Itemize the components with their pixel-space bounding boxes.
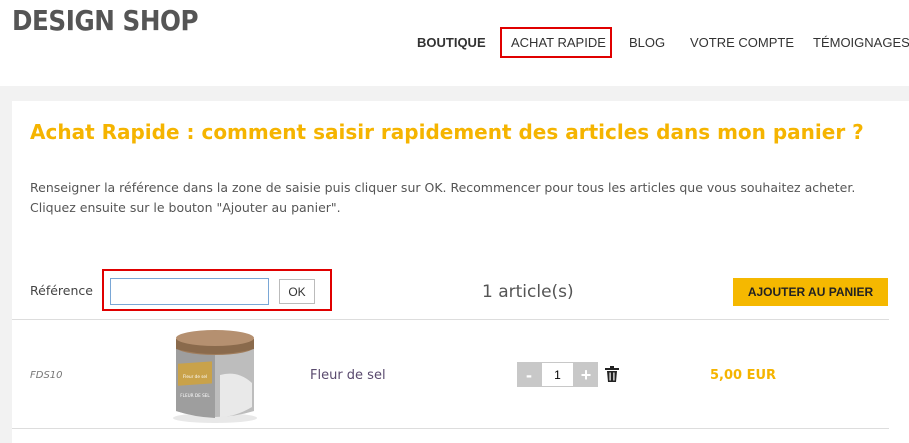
article-count: 1 article(s): [482, 282, 574, 302]
item-price: 5,00 EUR: [710, 368, 777, 383]
trash-icon[interactable]: [605, 366, 619, 382]
reference-highlight-box: [102, 269, 332, 311]
quantity-decrease-button[interactable]: -: [517, 362, 541, 387]
nav-blog[interactable]: BLOG: [629, 35, 665, 50]
jar-brand-text: Fleur de sel: [183, 374, 207, 379]
site-header: DESIGN SHOP BOUTIQUE ACHAT RAPIDE BLOG V…: [0, 0, 909, 86]
reference-label: Référence: [30, 283, 93, 298]
quantity-increase-button[interactable]: +: [574, 362, 598, 387]
nav-votre-compte[interactable]: VOTRE COMPTE: [690, 35, 794, 50]
nav-boutique[interactable]: BOUTIQUE: [417, 35, 486, 50]
product-name[interactable]: Fleur de sel: [310, 368, 386, 383]
site-logo[interactable]: DESIGN SHOP: [12, 4, 199, 37]
product-image: Fleur de sel FLEUR DE SEL: [173, 330, 257, 423]
divider: [12, 319, 889, 320]
add-to-cart-button[interactable]: AJOUTER AU PANIER: [733, 278, 888, 306]
nav-highlight-box: [500, 27, 612, 58]
page-title: Achat Rapide : comment saisir rapidement…: [30, 120, 864, 144]
intro-text: Renseigner la référence dans la zone de …: [30, 180, 856, 215]
quantity-input[interactable]: [541, 362, 574, 387]
nav-temoignages[interactable]: TÉMOIGNAGES: [813, 35, 909, 50]
item-sku: FDS10: [30, 370, 63, 381]
divider: [12, 428, 889, 429]
jar-label-text: FLEUR DE SEL: [180, 393, 210, 398]
